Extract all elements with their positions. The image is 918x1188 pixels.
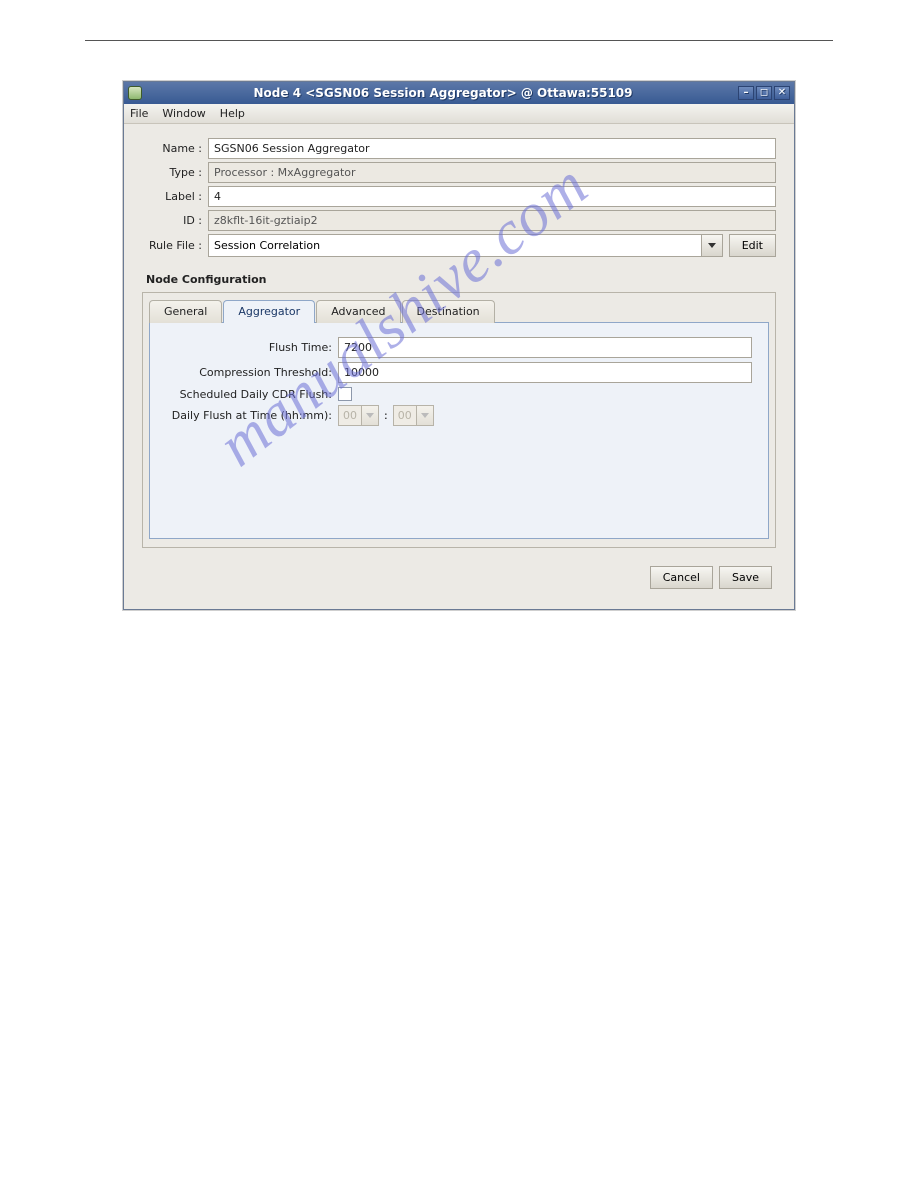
edit-button[interactable]: Edit [729, 234, 776, 257]
time-colon: : [379, 409, 393, 422]
app-icon [128, 86, 142, 100]
tab-aggregator[interactable]: Aggregator [223, 300, 315, 323]
menu-file[interactable]: File [130, 107, 148, 120]
menu-window[interactable]: Window [162, 107, 205, 120]
maximize-button[interactable]: ◻ [756, 86, 772, 100]
name-label: Name : [142, 142, 208, 155]
id-label: ID : [142, 214, 208, 227]
compression-threshold-input[interactable] [338, 362, 752, 383]
scheduled-flush-checkbox[interactable] [338, 387, 352, 401]
tab-body-aggregator: Flush Time: Compression Threshold: Sched… [149, 322, 769, 539]
rulefile-label: Rule File : [142, 239, 208, 252]
save-button[interactable]: Save [719, 566, 772, 589]
type-input [208, 162, 776, 183]
tab-destination[interactable]: Destination [402, 300, 495, 323]
id-input [208, 210, 776, 231]
rulefile-dropdown-icon[interactable] [701, 234, 723, 257]
config-panel: General Aggregator Advanced Destination … [142, 292, 776, 548]
scheduled-flush-label: Scheduled Daily CDR Flush: [166, 388, 338, 401]
minute-dropdown-icon[interactable] [417, 405, 434, 426]
rulefile-value: Session Correlation [208, 234, 701, 257]
content-area: Name : Type : Label : ID : Rule File : S… [124, 124, 794, 609]
type-label: Type : [142, 166, 208, 179]
chevron-down-icon [708, 243, 716, 248]
flush-time-label: Flush Time: [166, 341, 338, 354]
minute-spinner[interactable]: 00 [393, 405, 434, 426]
minute-value: 00 [393, 405, 417, 426]
hour-dropdown-icon[interactable] [362, 405, 379, 426]
cancel-button[interactable]: Cancel [650, 566, 713, 589]
hour-spinner[interactable]: 00 [338, 405, 379, 426]
label-label: Label : [142, 190, 208, 203]
tab-advanced[interactable]: Advanced [316, 300, 400, 323]
tab-general[interactable]: General [149, 300, 222, 323]
name-input[interactable] [208, 138, 776, 159]
hour-value: 00 [338, 405, 362, 426]
flush-time-input[interactable] [338, 337, 752, 358]
window-title: Node 4 <SGSN06 Session Aggregator> @ Ott… [148, 86, 738, 100]
dialog-window: Node 4 <SGSN06 Session Aggregator> @ Ott… [123, 81, 795, 610]
menubar: File Window Help [124, 104, 794, 124]
compression-threshold-label: Compression Threshold: [166, 366, 338, 379]
chevron-down-icon [421, 413, 429, 418]
daily-flush-time-label: Daily Flush at Time (hh:mm): [166, 409, 338, 422]
label-input[interactable] [208, 186, 776, 207]
titlebar[interactable]: Node 4 <SGSN06 Session Aggregator> @ Ott… [124, 82, 794, 104]
page-divider [85, 40, 833, 41]
tab-strip: General Aggregator Advanced Destination [143, 293, 775, 322]
minimize-button[interactable]: – [738, 86, 754, 100]
close-button[interactable]: ✕ [774, 86, 790, 100]
footer-buttons: Cancel Save [142, 548, 776, 591]
chevron-down-icon [366, 413, 374, 418]
menu-help[interactable]: Help [220, 107, 245, 120]
rulefile-combo[interactable]: Session Correlation [208, 234, 723, 257]
node-config-title: Node Configuration [146, 273, 776, 286]
